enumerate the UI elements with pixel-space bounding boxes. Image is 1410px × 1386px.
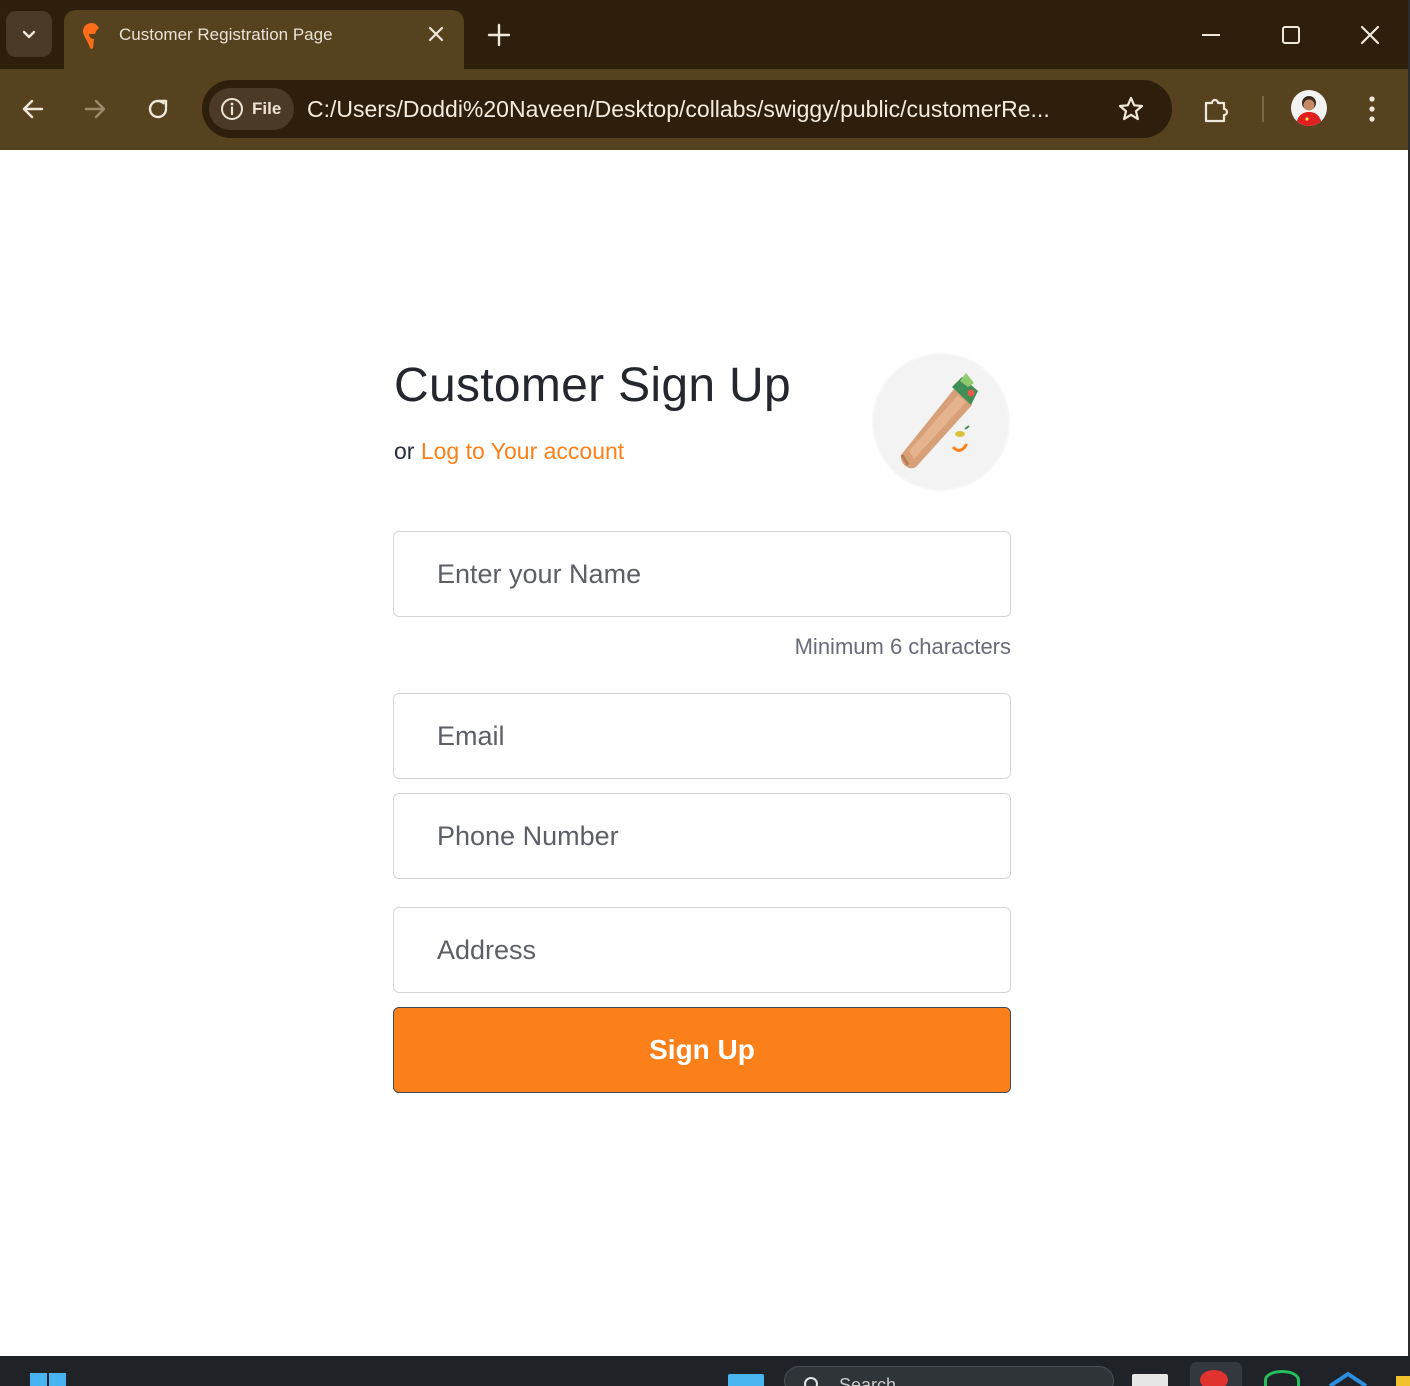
close-icon[interactable] — [426, 24, 446, 44]
page-viewport: Customer Sign Up or Log to Your account … — [0, 150, 1408, 1356]
address-input[interactable] — [394, 908, 1010, 992]
widgets-icon[interactable] — [728, 1374, 764, 1386]
wrap-food-icon — [900, 373, 978, 469]
chrome-icon — [1200, 1370, 1228, 1386]
browser-tab-active[interactable]: Customer Registration Page — [64, 10, 464, 69]
back-arrow-icon[interactable] — [20, 96, 46, 122]
site-info-chip[interactable]: File — [209, 88, 294, 130]
email-input[interactable] — [394, 694, 1010, 778]
search-icon — [804, 1377, 818, 1386]
whatsapp-icon[interactable] — [1264, 1370, 1300, 1386]
address-field[interactable] — [393, 907, 1011, 993]
plus-icon[interactable] — [486, 22, 512, 48]
login-link[interactable]: Log to Your account — [421, 438, 624, 464]
swiggy-favicon-icon — [83, 23, 99, 49]
taskbar-search[interactable]: Search — [784, 1366, 1114, 1386]
tab-title: Customer Registration Page — [119, 25, 333, 44]
taskbar: Search — [0, 1356, 1410, 1386]
toolbar-divider — [1262, 96, 1264, 122]
maximize-icon[interactable] — [1280, 24, 1302, 46]
windows-start-icon[interactable] — [30, 1373, 66, 1386]
tab-search-button[interactable] — [6, 11, 52, 57]
browser-titlebar: Customer Registration Page — [0, 0, 1410, 69]
star-icon[interactable] — [1117, 95, 1145, 123]
address-bar[interactable]: File C:/Users/Doddi%20Naveen/Desktop/col… — [202, 80, 1172, 138]
close-window-icon[interactable] — [1359, 24, 1381, 46]
login-subline: or Log to Your account — [394, 438, 624, 465]
info-icon — [221, 98, 243, 120]
chevron-down-icon — [22, 30, 36, 39]
name-field[interactable] — [393, 531, 1011, 617]
url-text[interactable]: C:/Users/Doddi%20Naveen/Desktop/collabs/… — [307, 96, 1097, 123]
subline-prefix: or — [394, 438, 415, 464]
sign-up-button[interactable]: Sign Up — [393, 1007, 1011, 1093]
extensions-icon[interactable] — [1202, 94, 1232, 124]
phone-input[interactable] — [394, 794, 1010, 878]
minimize-icon[interactable] — [1199, 24, 1223, 48]
browser-toolbar: File C:/Users/Doddi%20Naveen/Desktop/col… — [0, 69, 1410, 150]
name-input[interactable] — [394, 532, 1010, 616]
avatar-photo — [1296, 96, 1322, 126]
reload-icon[interactable] — [144, 95, 172, 123]
forward-arrow-icon[interactable] — [82, 96, 108, 122]
page-title: Customer Sign Up — [394, 359, 791, 412]
profile-avatar[interactable] — [1291, 90, 1327, 126]
more-vertical-icon[interactable] — [1366, 94, 1378, 124]
food-illustration — [872, 353, 1010, 491]
folder-icon[interactable] — [1396, 1376, 1410, 1386]
email-field[interactable] — [393, 693, 1011, 779]
phone-field[interactable] — [393, 793, 1011, 879]
file-explorer-icon[interactable] — [1132, 1374, 1168, 1386]
site-chip-label: File — [252, 99, 282, 118]
taskbar-search-label: Search — [839, 1375, 897, 1386]
vscode-icon[interactable] — [1328, 1372, 1368, 1386]
name-hint: Minimum 6 characters — [794, 634, 1011, 659]
